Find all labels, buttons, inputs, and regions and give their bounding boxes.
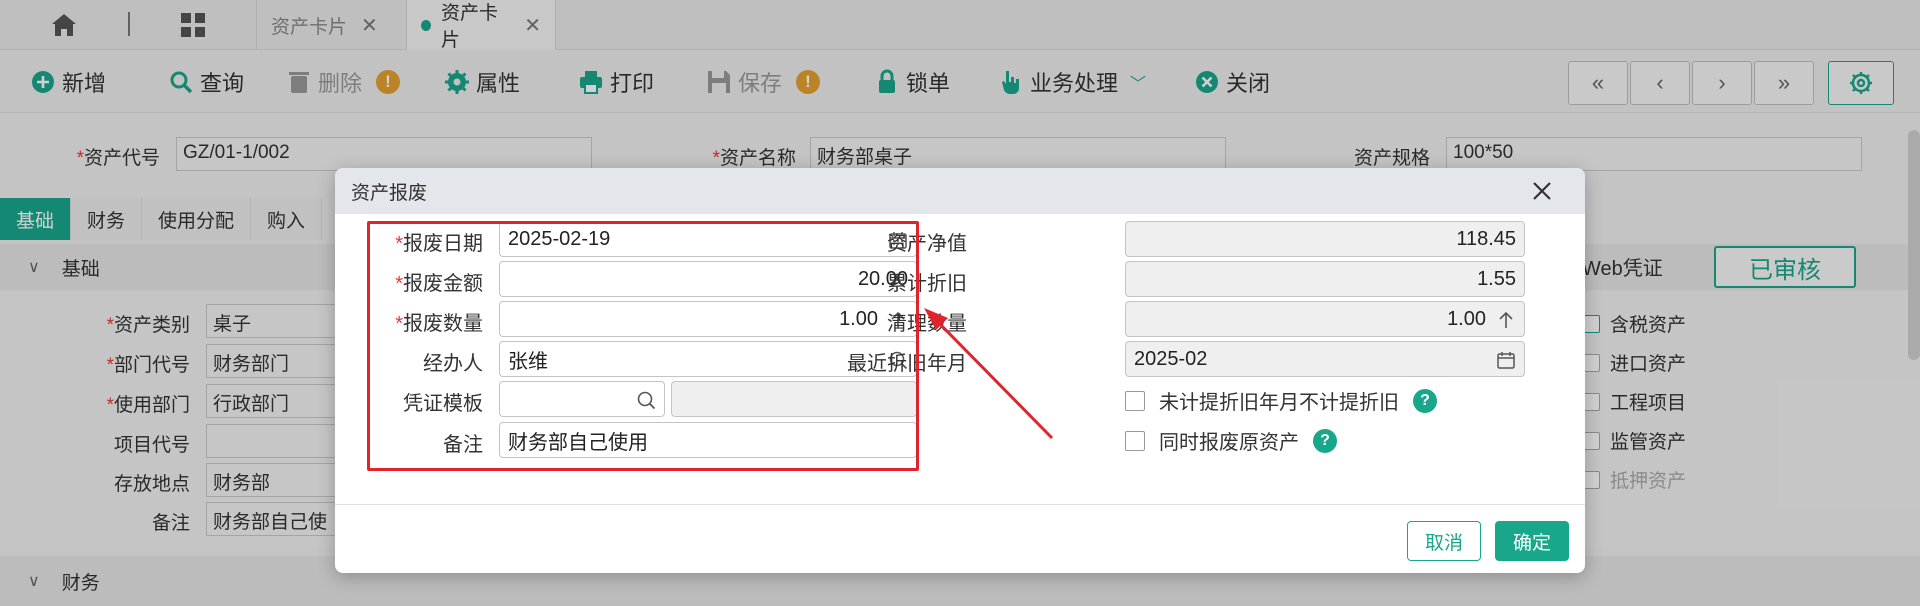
last-depreciation-value: 2025-02	[1134, 347, 1208, 370]
cancel-button[interactable]: 取消	[1407, 521, 1481, 561]
help-icon[interactable]: ?	[1413, 388, 1437, 413]
net-value-field: 118.45	[1125, 221, 1525, 257]
check-label: 同时报废原资产	[1159, 432, 1299, 454]
accumulated-depreciation-field: 1.55	[1125, 261, 1525, 297]
skip-depreciation-check[interactable]: 未计提折旧年月不计提折旧 ?	[1125, 386, 1437, 415]
checkbox[interactable]	[1125, 390, 1145, 411]
help-icon[interactable]: ?	[1313, 428, 1337, 453]
clear-qty-value: 1.00	[1447, 307, 1486, 330]
last-depreciation-field: 2025-02	[1125, 341, 1525, 377]
dialog-title: 资产报废	[351, 182, 428, 204]
checkbox[interactable]	[1125, 430, 1145, 451]
check-label: 未计提折旧年月不计提折旧	[1159, 392, 1399, 414]
calendar-icon	[1497, 352, 1515, 369]
scrap-original-check[interactable]: 同时报废原资产 ?	[1125, 426, 1337, 455]
stepper-up-icon	[1499, 311, 1513, 328]
dialog-header: 资产报废	[335, 168, 1585, 214]
dialog-footer: 取消 确定	[335, 504, 1585, 573]
confirm-button[interactable]: 确定	[1495, 521, 1569, 561]
clear-qty-field: 1.00	[1125, 301, 1525, 337]
close-icon[interactable]	[1529, 178, 1555, 204]
highlight-box	[367, 221, 919, 471]
